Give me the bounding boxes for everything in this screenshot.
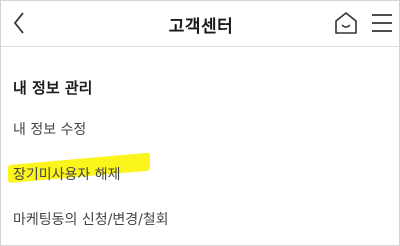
header-divider [1, 46, 400, 47]
menu-item-label: 내 정보 수정 [13, 122, 87, 138]
menu-item-dormant-release[interactable]: 장기미사용자 해제 [8, 152, 150, 184]
app-frame: 고객센터 내 정보 관리 내 정보 수정 장기미사용자 해제 마케팅동의 신청/… [0, 0, 400, 246]
top-bar: 고객센터 [1, 1, 400, 47]
menu-item-label: 마케팅동의 신청/변경/철회 [13, 212, 169, 228]
menu-item-label: 장기미사용자 해제 [13, 167, 121, 183]
home-icon [335, 12, 357, 34]
section-title: 내 정보 관리 [13, 79, 93, 97]
menu-item-edit-profile[interactable]: 내 정보 수정 [13, 119, 86, 139]
menu-item-marketing-consent[interactable]: 마케팅동의 신청/변경/철회 [13, 209, 169, 229]
menu-button[interactable] [370, 10, 394, 36]
home-button[interactable] [333, 10, 359, 36]
hamburger-menu-icon [372, 14, 392, 32]
